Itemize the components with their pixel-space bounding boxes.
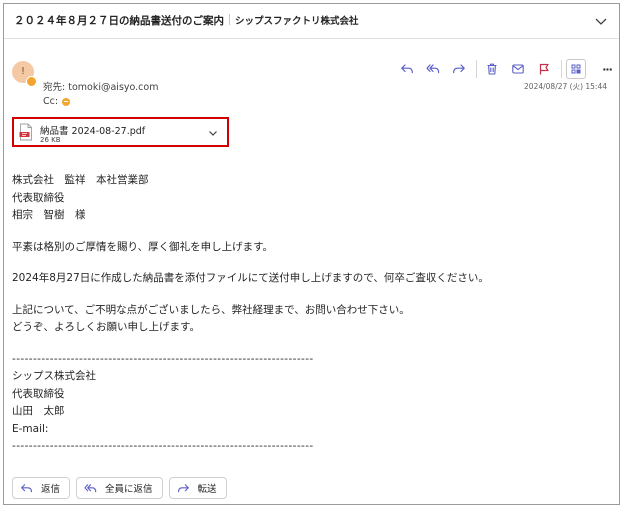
delete-button[interactable] [481, 58, 503, 80]
flag-button[interactable] [533, 58, 555, 80]
signature-name: 山田 太郎 [12, 405, 65, 417]
signature-divider: ----------------------------------------… [12, 352, 314, 365]
reply-all-icon [84, 483, 97, 492]
toolbar-separator [476, 60, 477, 78]
attachment-name: 納品書 2024-08-27.pdf [40, 126, 146, 137]
reply-all-icon [426, 64, 440, 74]
presence-status-icon [26, 76, 37, 87]
mark-unread-button[interactable] [507, 58, 529, 80]
recipient-line: 宛先: tomoki@aisyo.com [43, 79, 158, 93]
recipient-title: 代表取締役 [12, 191, 65, 204]
inquiry-text: 上記について、ご不明な点がございましたら、弊社経理まで、お問い合わせ下さい。 [12, 303, 410, 316]
forward-action-label: 転送 [197, 484, 217, 495]
closing-text: どうぞ、よろしくお願い申し上げます。 [12, 321, 200, 333]
cc-label: Cc: [43, 96, 59, 107]
reply-button[interactable] [396, 58, 418, 80]
recipient-name: 相宗 智樹 様 [12, 209, 86, 221]
greeting-text: 平素は格別のご厚情を賜り、厚く御礼を申し上げます。 [12, 240, 274, 253]
signature-title: 代表取締役 [12, 387, 65, 400]
cc-line: Cc: [43, 96, 71, 107]
cc-recipient-status-icon[interactable] [62, 97, 71, 106]
forward-button[interactable] [448, 58, 470, 80]
message-toolbar: ··· [396, 58, 622, 80]
reply-icon [21, 483, 32, 492]
chevron-down-icon[interactable] [207, 127, 219, 139]
subject-title: ２０２４年８月２７日の納品書送付のご案内 [14, 15, 224, 27]
avatar-initial: ! [20, 66, 25, 77]
quick-actions: 返信 全員に返信 転送 [12, 477, 233, 499]
reply-icon [401, 64, 413, 74]
signature-company: シップス株式会社 [12, 370, 96, 382]
reply-action-button[interactable]: 返信 [12, 477, 71, 499]
subject-line: ２０２４年８月２７日の納品書送付のご案内 シップスファクトリ株式会社 [14, 13, 359, 28]
message-body: 株式会社 監祥 本社営業部 代表取締役 相宗 智樹 様 平素は格別のご厚情を賜り… [12, 172, 612, 456]
apps-button[interactable] [566, 59, 586, 79]
pdf-file-icon [19, 123, 32, 141]
to-label: 宛先: [43, 82, 69, 93]
more-icon: ··· [602, 62, 613, 76]
reply-all-button[interactable] [422, 58, 444, 80]
attachment-size: 26 KB [40, 136, 61, 144]
message-date: 2024/08/27 (火) 15:44 [524, 82, 607, 91]
recipient-company: 株式会社 監祥 本社営業部 [12, 174, 149, 186]
signature-divider: ----------------------------------------… [12, 440, 314, 452]
forward-icon [453, 64, 465, 74]
subject-separator [229, 14, 230, 25]
apps-icon [571, 64, 581, 74]
reply-action-label: 返信 [41, 484, 61, 495]
signature-email: E-mail: [12, 422, 49, 435]
reply-all-action-label: 全員に返信 [105, 484, 153, 495]
reply-all-action-button[interactable]: 全員に返信 [76, 477, 163, 499]
chevron-down-icon[interactable] [593, 13, 609, 29]
subject-bar[interactable]: ２０２４年８月２７日の納品書送付のご案内 シップスファクトリ株式会社 [4, 4, 619, 39]
subject-sender-org: シップスファクトリ株式会社 [235, 16, 359, 27]
delete-icon [487, 63, 497, 75]
attachment-card[interactable]: 納品書 2024-08-27.pdf 26 KB [12, 117, 229, 147]
to-address[interactable]: tomoki@aisyo.com [68, 82, 158, 93]
forward-icon [177, 483, 189, 492]
mark-unread-icon [512, 64, 524, 74]
more-options-button[interactable]: ··· [596, 58, 618, 80]
forward-action-button[interactable]: 転送 [168, 477, 227, 499]
flag-icon [539, 63, 549, 75]
main-text: 2024年8月27日に作成した納品書を添付ファイルにて送付申し上げますので、何卒… [12, 272, 489, 284]
toolbar-separator [561, 60, 562, 78]
mail-reading-pane: ２０２４年８月２７日の納品書送付のご案内 シップスファクトリ株式会社 ! 宛先: … [3, 3, 620, 505]
